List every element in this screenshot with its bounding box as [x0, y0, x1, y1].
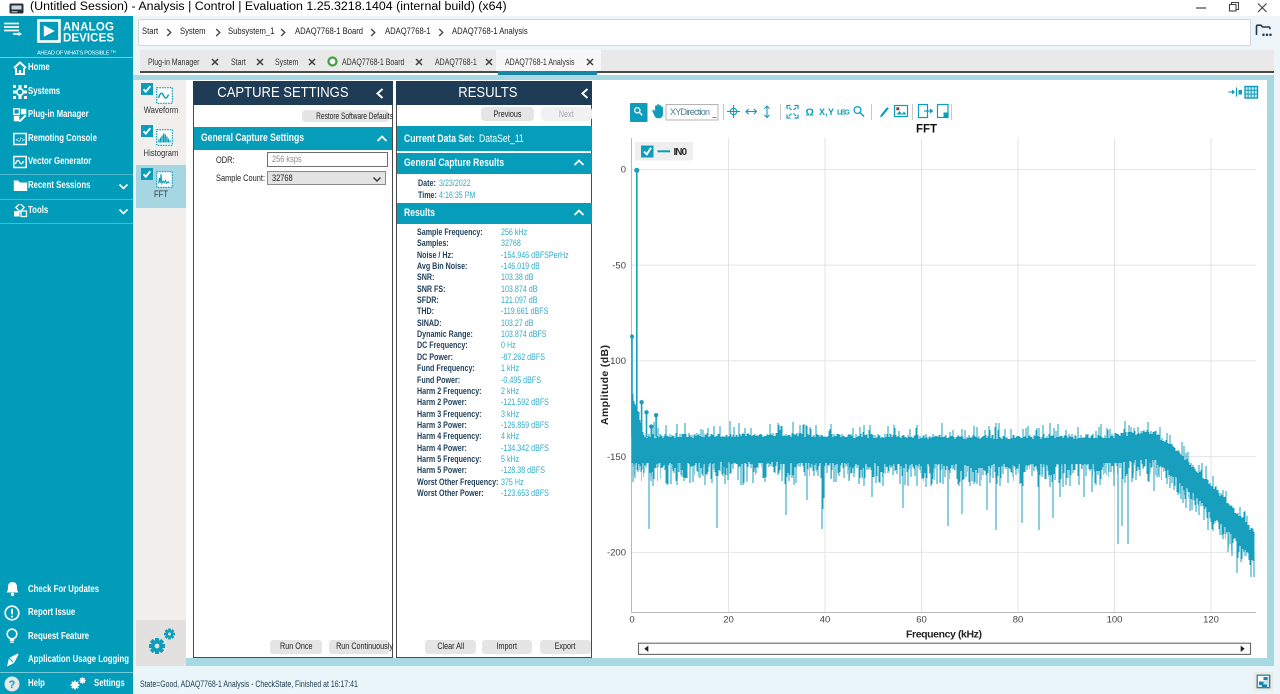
svg-text:120: 120	[1203, 615, 1219, 626]
svg-text:DEVICES: DEVICES	[63, 33, 114, 45]
svg-text:Frequency (kHz): Frequency (kHz)	[906, 629, 982, 641]
svg-text:0: 0	[629, 615, 634, 626]
svg-text:40: 40	[820, 615, 831, 626]
svg-text:100: 100	[1107, 615, 1123, 626]
svg-text:-200: -200	[607, 548, 626, 559]
svg-text:0: 0	[621, 165, 626, 176]
svg-text:80: 80	[1013, 615, 1024, 626]
svg-text:60: 60	[916, 615, 927, 626]
svg-text:X,Y: X,Y	[819, 107, 834, 117]
svg-text:-50: -50	[612, 260, 626, 271]
svg-text:LEG: LEG	[837, 108, 850, 117]
svg-text:Amplitude (dB): Amplitude (dB)	[599, 345, 611, 425]
svg-text:XYDirection: XYDirection	[670, 107, 710, 117]
svg-text:</>: </>	[16, 137, 26, 144]
svg-text:Ω: Ω	[806, 107, 814, 119]
svg-text:?: ?	[9, 679, 16, 691]
svg-text:-150: -150	[607, 452, 626, 463]
svg-text:IN0: IN0	[674, 147, 688, 158]
svg-text:FFT: FFT	[916, 124, 937, 136]
svg-text:20: 20	[723, 615, 734, 626]
